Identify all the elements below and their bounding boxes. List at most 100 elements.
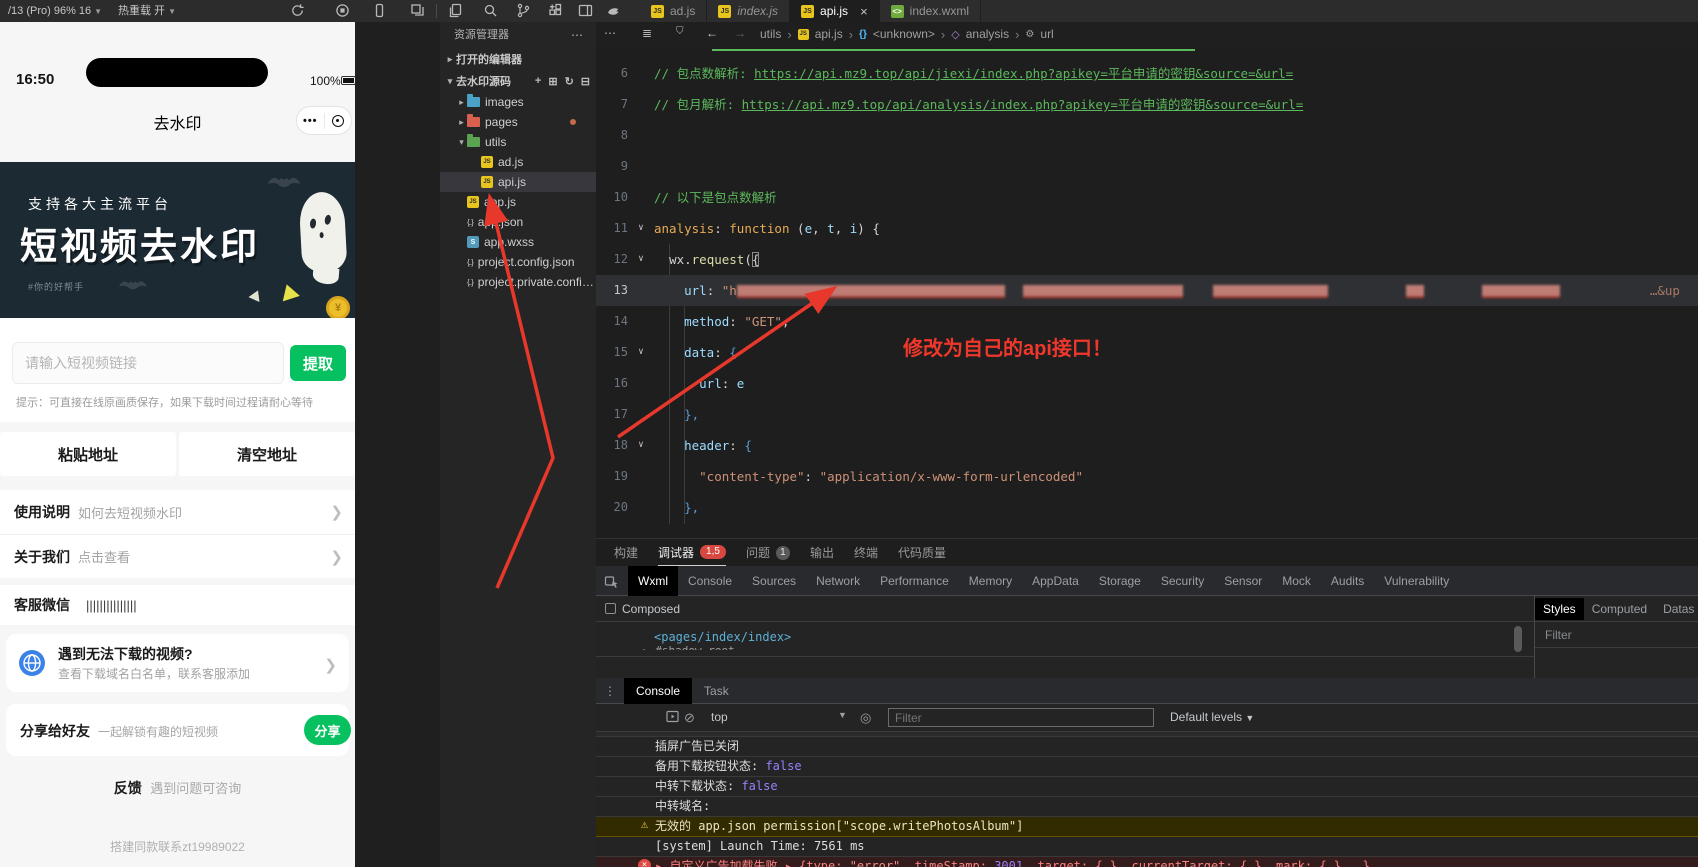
file-tab-index.wxml[interactable]: <> index.wxml (879, 0, 982, 22)
video-link-input[interactable] (12, 342, 284, 384)
more-menu-button[interactable]: ••• (297, 107, 324, 134)
navigate-back-icon[interactable]: ← (706, 26, 718, 40)
devtools-tab-Sources[interactable]: Sources (742, 566, 806, 596)
log-levels-selector[interactable]: Default levels ▼ (1170, 710, 1254, 724)
file-tab-ad.js[interactable]: JS ad.js (640, 0, 708, 22)
fold-icon[interactable]: ∨ (628, 430, 654, 461)
eye-icon[interactable]: ◎ (860, 710, 871, 726)
kebab-menu-icon[interactable]: ⋮ (604, 684, 616, 698)
layout-icon[interactable] (578, 3, 594, 19)
clear-console-icon[interactable]: ⊘ (684, 710, 695, 726)
devtools-tab-Performance[interactable]: Performance (870, 566, 959, 596)
tree-item-app.js[interactable]: JS app.js (440, 192, 596, 212)
fold-icon[interactable]: ∨ (628, 213, 654, 244)
panel-tab-代码质量[interactable]: 代码质量 (898, 544, 946, 561)
devtools-tab-Memory[interactable]: Memory (959, 566, 1022, 596)
more-actions-icon[interactable]: ⋯ (571, 22, 584, 48)
panel-tab-输出[interactable]: 输出 (810, 544, 834, 561)
panel-tab-终端[interactable]: 终端 (854, 544, 878, 561)
tree-item-project.config.json[interactable]: {..} project.config.json (440, 252, 596, 272)
extract-button[interactable]: 提取 (290, 345, 346, 381)
devtools-tab-Mock[interactable]: Mock (1272, 566, 1321, 596)
multi-window-icon[interactable] (410, 3, 426, 19)
tree-item-project.private.config.js…[interactable]: {..}project.private.config.js… (440, 272, 596, 292)
tree-item-api.js[interactable]: JS api.js (440, 172, 596, 192)
close-minibar-button[interactable] (325, 107, 352, 134)
device-selector[interactable]: /13 (Pro) 96% 16 ▼ (8, 0, 102, 22)
styles-tab-Styles[interactable]: Styles (1535, 597, 1584, 620)
service-wechat-row[interactable]: 客服微信 ||||||||||||||| (0, 585, 355, 625)
paste-address-button[interactable]: 粘贴地址 (0, 432, 176, 476)
fold-icon[interactable]: ∨ (628, 337, 654, 368)
outline-icon[interactable]: ≣ (642, 26, 652, 40)
compile-icon[interactable] (290, 3, 306, 19)
file-tab-index.js[interactable]: JS index.js (707, 0, 791, 22)
wxml-element-tree[interactable]: <pages/index/index> ▸ #shadow-root (596, 622, 1534, 678)
whale-icon[interactable] (606, 3, 622, 19)
breadcrumb-item[interactable]: analysis (966, 27, 1009, 41)
tree-item-app.json[interactable]: {..} app.json (440, 212, 596, 232)
close-icon[interactable]: × (860, 5, 868, 18)
devtools-tab-Storage[interactable]: Storage (1089, 566, 1151, 596)
show-sidebar-icon[interactable] (666, 710, 679, 726)
panel-tab-构建[interactable]: 构建 (614, 544, 638, 561)
breadcrumb-item[interactable]: utils (760, 27, 781, 41)
feedback-row[interactable]: 反馈 遇到问题可咨询 (0, 778, 355, 798)
tree-item-app.wxss[interactable]: Sapp.wxss (440, 232, 596, 252)
tree-item-images[interactable]: ▸ images (440, 92, 596, 112)
devtools-tab-Security[interactable]: Security (1151, 566, 1214, 596)
git-icon[interactable] (516, 3, 532, 19)
extensions-icon[interactable] (548, 3, 564, 19)
fold-icon[interactable]: ∨ (628, 244, 654, 275)
devtools-tab-Vulnerability[interactable]: Vulnerability (1374, 566, 1459, 596)
panel-tab-调试器[interactable]: 调试器 1,5 (658, 539, 726, 566)
breadcrumb-item[interactable]: api.js (815, 27, 843, 41)
breadcrumb-item[interactable]: <unknown> (873, 27, 935, 41)
composed-checkbox[interactable] (605, 603, 616, 614)
inspect-element-icon[interactable] (604, 573, 620, 589)
tree-item-utils[interactable]: ▾ utils (440, 132, 596, 152)
menu-item-about[interactable]: 关于我们 点击查看 ❯ (0, 534, 355, 578)
styles-filter-input[interactable]: Filter (1535, 622, 1698, 648)
shadow-root-node[interactable]: ▸ #shadow-root (596, 644, 1534, 650)
tree-item-pages[interactable]: ▸ pages (440, 112, 596, 132)
element-node[interactable]: <pages/index/index> (596, 622, 1534, 644)
new-folder-icon[interactable]: ⊞ (548, 75, 557, 88)
hot-reload-toggle[interactable]: 热重载 开 ▼ (118, 0, 176, 22)
devtools-tab-Sensor[interactable]: Sensor (1214, 566, 1272, 596)
devtools-tab-Console[interactable]: Console (678, 566, 742, 596)
menu-item-usage[interactable]: 使用说明 如何去短视频水印 ❯ (0, 490, 355, 534)
open-editors-section[interactable]: ▸ 打开的编辑器 (440, 48, 596, 70)
scrollbar-thumb[interactable] (1514, 626, 1522, 652)
explorer-icon[interactable] (448, 3, 464, 19)
navigate-forward-icon[interactable]: → (734, 26, 746, 40)
share-button[interactable]: 分享 (304, 715, 351, 745)
collapse-folders-icon[interactable]: ⊟ (581, 75, 590, 88)
devtools-tab-Audits[interactable]: Audits (1321, 566, 1374, 596)
file-tab-api.js[interactable]: JS api.js × (790, 0, 880, 22)
search-icon[interactable] (483, 3, 499, 19)
tree-item-ad.js[interactable]: JS ad.js (440, 152, 596, 172)
styles-tab-Datas[interactable]: Datas (1655, 598, 1698, 620)
bookmark-icon[interactable]: ⛉ (676, 26, 684, 37)
refresh-explorer-icon[interactable]: ↻ (565, 75, 574, 88)
code-editor[interactable]: 6 // 包点数解析: https://api.mz9.top/api/jiexi… (596, 46, 1698, 538)
console-tab-Console[interactable]: Console (624, 677, 693, 704)
styles-tab-Computed[interactable]: Computed (1584, 598, 1655, 620)
record-icon[interactable] (335, 3, 351, 19)
panel-tab-问题[interactable]: 问题 1 (746, 544, 790, 561)
download-help-card[interactable]: 遇到无法下载的视频? 查看下载域名白名单，联系客服添加 ❯ (6, 634, 349, 692)
new-file-icon[interactable]: + (535, 75, 541, 87)
console-filter-input[interactable] (888, 708, 1154, 727)
context-selector[interactable]: top (711, 710, 728, 724)
devtools-tab-Wxml[interactable]: Wxml (628, 565, 678, 596)
more-actions-icon[interactable]: ⋯ (604, 26, 617, 40)
breadcrumb-item[interactable]: url (1040, 27, 1053, 41)
clear-address-button[interactable]: 清空地址 (179, 432, 355, 476)
devtools-tab-AppData[interactable]: AppData (1022, 566, 1089, 596)
project-section[interactable]: ▾ 去水印源码 + ⊞ ↻ ⊟ (440, 70, 596, 92)
devtools-tab-Network[interactable]: Network (806, 566, 870, 596)
console-row-error[interactable]: × ▸ 自定义广告加载失败 ▸ {type: "error", timeStamp… (596, 857, 1698, 867)
device-preview-icon[interactable] (372, 3, 388, 19)
console-tab-Task[interactable]: Task (692, 678, 741, 704)
